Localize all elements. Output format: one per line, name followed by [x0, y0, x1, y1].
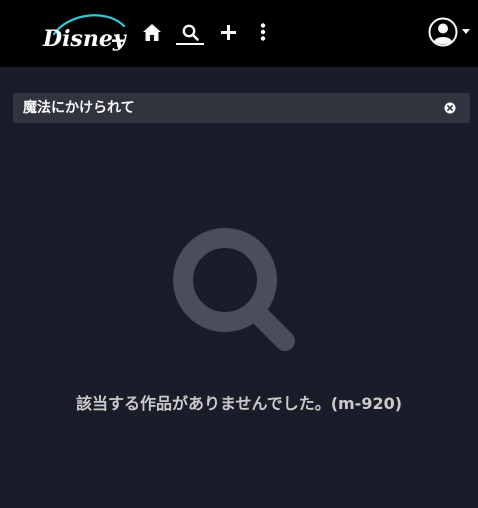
disney-plus-logo[interactable]: Disney +: [40, 10, 128, 56]
empty-state-message: 該当する作品がありませんでした。(m-920): [75, 394, 403, 413]
nav-home-button[interactable]: [140, 20, 164, 44]
magnifier-icon: [173, 228, 295, 351]
more-vertical-icon: [260, 23, 266, 41]
avatar-icon: [428, 17, 458, 47]
profile-menu-button[interactable]: [428, 16, 470, 48]
active-nav-indicator: [176, 43, 204, 45]
search-bar: [13, 93, 470, 123]
top-navigation-bar: Disney +: [0, 0, 478, 67]
home-icon: [143, 23, 161, 41]
svg-text:+: +: [110, 28, 127, 52]
nav-more-button[interactable]: [251, 20, 275, 44]
nav-watchlist-button[interactable]: [216, 20, 240, 44]
close-circle-icon[interactable]: [444, 102, 456, 114]
chevron-down-icon: [462, 29, 470, 34]
nav-search-button[interactable]: [178, 20, 202, 44]
plus-icon: [220, 24, 236, 40]
search-icon: [182, 24, 199, 41]
search-input[interactable]: [23, 93, 433, 123]
